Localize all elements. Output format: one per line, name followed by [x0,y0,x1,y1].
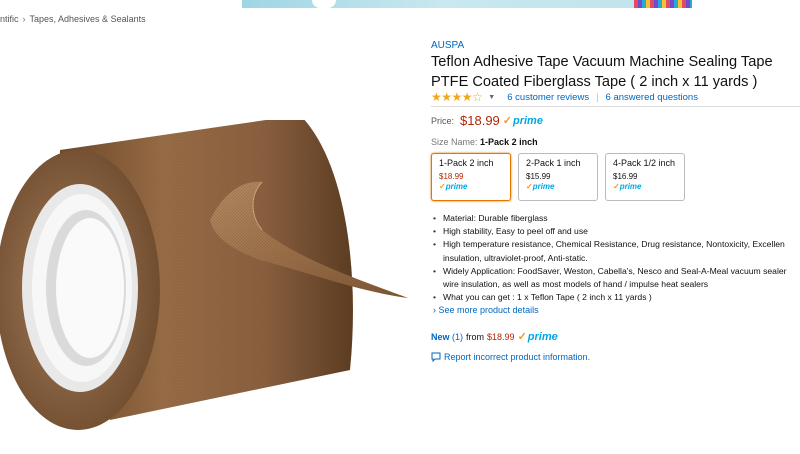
prime-label: prime [513,115,543,127]
new-offers-price: $18.99 [487,331,515,342]
size-option-4-pack-half-inch[interactable]: 4-Pack 1/2 inch $16.99 ✓prime [605,153,685,201]
size-option-name: 2-Pack 1 inch [526,158,581,168]
product-image[interactable] [0,120,420,454]
chevron-right-icon: › [433,305,436,315]
report-incorrect-info-link[interactable]: Report incorrect product information. [431,352,590,362]
see-more-details-label: See more product details [438,305,539,315]
new-offers-link[interactable]: New (1) [431,332,463,342]
star-rating-icon[interactable]: ★★★★☆ [431,90,483,104]
customer-reviews-link[interactable]: 6 customer reviews [507,92,589,103]
size-name-row: Size Name: 1-Pack 2 inch [431,137,538,147]
prime-check-icon: ✓ [502,115,512,127]
size-name-value: 1-Pack 2 inch [480,137,538,147]
price-label: Price: [431,115,455,126]
breadcrumb-item[interactable]: Tapes, Adhesives & Sealants [30,14,146,24]
feature-bullet-continuation: insulation, ultraviolet-proof, Anti-stat… [443,252,588,263]
feature-bullets: Material: Durable fiberglass High stabil… [431,212,800,304]
breadcrumb-separator-icon: › [22,14,26,24]
size-option-2-pack-1-inch[interactable]: 2-Pack 1 inch $15.99 ✓prime [518,153,598,201]
new-offers-from: from [466,331,485,342]
speech-bubble-icon [431,352,441,362]
price-row: Price: $18.99 ✓prime [431,113,543,128]
prime-badge-icon: ✓prime [517,331,558,343]
banner-graphic [312,0,336,8]
feature-bullet: High stability, Easy to peel off and use [431,225,800,238]
chevron-down-icon[interactable]: ▼ [488,94,495,101]
size-option-price: $16.99 [613,172,638,181]
prime-badge-icon[interactable]: ✓prime [503,114,543,127]
prime-badge-icon: ✓prime [439,182,468,191]
prime-badge-icon: ✓prime [526,182,555,191]
breadcrumb-item[interactable]: ntific [0,14,19,24]
size-name-label: Size Name: [431,137,478,147]
feature-bullet: What you can get : 1 x Teflon Tape ( 2 i… [431,291,800,304]
feature-bullet: High temperature resistance, Chemical Re… [431,238,800,251]
brand-link[interactable]: AUSPA [431,40,464,51]
breadcrumb: ntific › Tapes, Adhesives & Sealants [0,14,146,24]
top-ad-banner[interactable] [242,0,692,8]
prime-badge-icon: ✓prime [613,182,642,191]
price-value: $18.99 [460,113,500,128]
answered-questions-link[interactable]: 6 answered questions [606,92,698,103]
size-option-price: $15.99 [526,172,551,181]
size-option-name: 4-Pack 1/2 inch [613,158,676,168]
product-title: Teflon Adhesive Tape Vacuum Machine Seal… [431,54,773,90]
section-divider [431,106,800,107]
size-option-name: 1-Pack 2 inch [439,158,494,168]
banner-stripes [634,0,692,8]
size-option-price: $18.99 [439,172,464,181]
feature-bullet: Widely Application: FoodSaver, Weston, C… [431,265,800,278]
feature-bullet: Material: Durable fiberglass [431,212,800,225]
new-offers-row: New (1) from $18.99 ✓prime [431,330,558,343]
see-more-details-link[interactable]: › See more product details [433,305,539,315]
report-label: Report incorrect product information. [444,352,591,362]
divider: | [596,91,599,103]
rating-row: ★★★★☆ ▼ 6 customer reviews | 6 answered … [431,90,698,104]
feature-bullet-continuation: wire insulation, as well as most models … [443,279,709,290]
size-option-1-pack-2-inch[interactable]: 1-Pack 2 inch $18.99 ✓prime [431,153,511,201]
